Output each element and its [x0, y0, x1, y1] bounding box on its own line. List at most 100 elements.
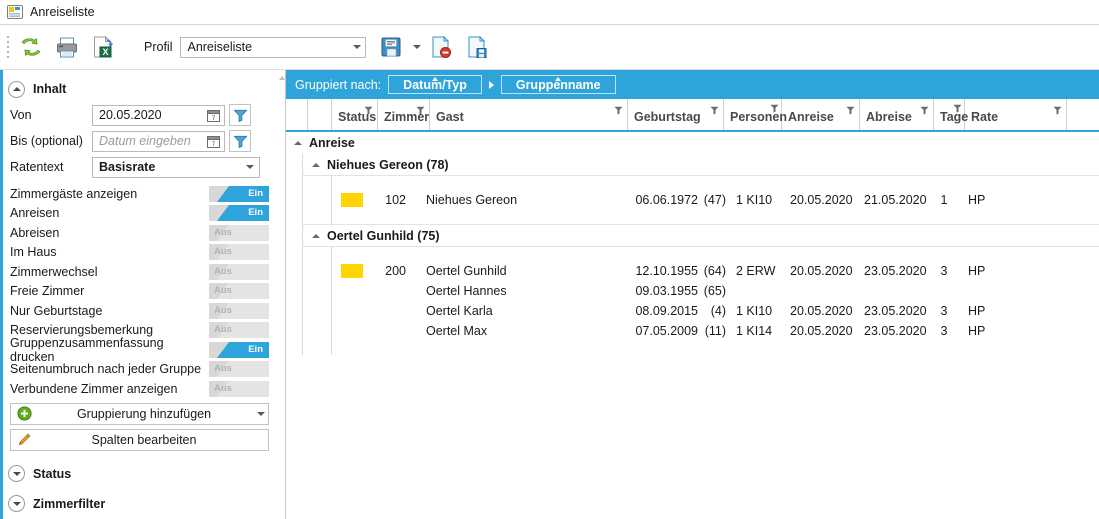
window-title: Anreiseliste [30, 5, 95, 19]
calendar-icon[interactable]: 7 [206, 134, 221, 149]
delete-profile-icon[interactable] [424, 30, 458, 64]
toggle-row-anreisen[interactable]: Anreisen Ein [0, 204, 285, 224]
save-profile-icon[interactable] [460, 30, 494, 64]
table-row[interactable]: Oertel Karla 08.09.2015 (4) 1 KI10 20.05… [332, 301, 1099, 321]
add-grouping-button[interactable]: Gruppierung hinzufügen [10, 402, 269, 425]
toggle-row-nur-geburtstage[interactable]: Nur Geburtstage Aus [0, 301, 285, 321]
expand-toggle-icon[interactable] [8, 495, 25, 512]
refresh-icon[interactable] [14, 30, 48, 64]
column-header-personen[interactable]: Personen [724, 99, 787, 130]
save-icon[interactable] [374, 30, 408, 64]
cell-abreise: 23.05.2020 [864, 324, 927, 338]
bis-filter-button[interactable] [229, 130, 251, 152]
calendar-icon[interactable]: 7 [206, 108, 221, 123]
collapse-arrow-icon[interactable] [312, 233, 320, 238]
toggle-row-im-haus[interactable]: Im Haus Aus [0, 243, 285, 263]
status-badge [341, 193, 363, 207]
group-header-oertel-gunhild[interactable]: Oertel Gunhild (75) [303, 225, 1099, 247]
column-header-label: Rate [971, 110, 999, 124]
column-header-abreise[interactable]: Abreise [860, 99, 934, 130]
toggle-switch[interactable]: Aus [209, 224, 269, 241]
table-row[interactable]: Oertel Max 07.05.2009 (11) 1 KI14 20.05.… [332, 321, 1099, 341]
table-row[interactable]: 200 Oertel Gunhild 12.10.1955 (64) 2 ERW… [332, 261, 1099, 281]
toggle-label: Verbundene Zimmer anzeigen [10, 381, 178, 396]
collapse-arrow-icon[interactable] [294, 141, 302, 145]
save-dropdown-caret[interactable] [410, 30, 424, 64]
toggle-row-freie-zimmer[interactable]: Freie Zimmer Aus [0, 282, 285, 302]
sort-asc-icon [432, 77, 438, 81]
toolbar-grip[interactable] [4, 35, 12, 59]
sidebar-section-status[interactable]: Status [0, 461, 285, 487]
collapse-toggle-icon[interactable] [8, 80, 25, 98]
toggle-switch[interactable]: Aus [209, 302, 269, 319]
edit-columns-button[interactable]: Spalten bearbeiten [10, 428, 269, 451]
toggle-row-zimmergaeste-anzeigen[interactable]: Zimmergäste anzeigen Ein [0, 184, 285, 204]
chevron-down-icon[interactable] [254, 411, 268, 416]
filter-icon[interactable] [416, 104, 425, 118]
von-input[interactable]: 20.05.2020 7 [92, 104, 225, 126]
toggle-state: Aus [214, 382, 232, 394]
group-chip-gruppenname[interactable]: Gruppenname [500, 75, 616, 94]
ratentext-select[interactable]: Basisrate [92, 156, 260, 178]
collapse-arrow-icon[interactable] [312, 162, 320, 167]
toggle-row-zimmerwechsel[interactable]: Zimmerwechsel Aus [0, 262, 285, 282]
column-header-tage[interactable]: Tage [934, 99, 968, 130]
toggle-switch[interactable]: Ein [209, 185, 269, 202]
toggle-row-seitenumbruch-nach-jeder-gruppe[interactable]: Seitenumbruch nach jeder Gruppe Aus [0, 360, 285, 380]
von-filter-button[interactable] [229, 104, 251, 126]
table-row[interactable]: 102 Niehues Gereon 06.06.1972 (47) 1 KI1… [332, 190, 1099, 210]
toggle-switch[interactable]: Aus [209, 361, 269, 378]
svg-text:X: X [102, 47, 108, 57]
filter-icon[interactable] [364, 104, 373, 118]
window-titlebar: Anreiseliste [0, 0, 1099, 25]
column-header-spacer [1067, 99, 1092, 130]
toggle-switch[interactable]: Aus [209, 322, 269, 339]
toggle-switch[interactable]: Ein [209, 205, 269, 222]
toggle-row-abreisen[interactable]: Abreisen Aus [0, 223, 285, 243]
filter-icon[interactable] [1053, 104, 1062, 118]
column-header-gast[interactable]: Gast [430, 99, 628, 130]
group-header-level1[interactable]: Anreise [286, 132, 1099, 154]
table-row[interactable]: Oertel Hannes 09.03.1955 (65) [332, 281, 1099, 301]
toggle-state: Aus [214, 304, 232, 316]
bis-input[interactable]: Datum eingeben 7 [92, 130, 225, 152]
toggle-switch[interactable]: Aus [209, 380, 269, 397]
toggle-switch[interactable]: Ein [209, 341, 269, 358]
sidebar-section-zimmerfilter[interactable]: Zimmerfilter [0, 491, 285, 517]
filter-icon[interactable] [920, 104, 929, 118]
toggle-switch[interactable]: Aus [209, 263, 269, 280]
column-header-zimmer[interactable]: Zimmer [378, 99, 430, 130]
group-chip-datum-typ[interactable]: Datum/Typ [388, 75, 482, 94]
sidebar-section-inhalt[interactable]: Inhalt [0, 76, 285, 102]
cell-gast: Oertel Gunhild [426, 264, 507, 278]
toggle-row-verbundene-zimmer-anzeigen[interactable]: Verbundene Zimmer anzeigen Aus [0, 379, 285, 399]
profil-select[interactable]: Anreiseliste [180, 36, 367, 58]
column-header-anreise[interactable]: Anreise [782, 99, 860, 130]
filter-icon[interactable] [614, 104, 623, 118]
cell-rate: HP [968, 193, 986, 207]
cell-status [332, 193, 372, 207]
toggle-switch[interactable]: Aus [209, 244, 269, 261]
filter-sidebar: Inhalt Von 20.05.2020 7 Bis (optional) D… [0, 70, 286, 519]
print-icon[interactable] [50, 30, 84, 64]
excel-export-icon[interactable]: X [86, 30, 120, 64]
sidebar-scrollbar[interactable] [279, 76, 285, 519]
column-header-status[interactable]: Status [332, 99, 378, 130]
filter-icon[interactable] [846, 104, 855, 118]
column-header-rate[interactable]: Rate [965, 99, 1067, 130]
toggle-switch[interactable]: Aus [209, 283, 269, 300]
cell-personen: 2 ERW [736, 264, 776, 278]
filter-icon[interactable] [770, 102, 779, 116]
status-badge [341, 264, 363, 278]
filter-icon[interactable] [953, 102, 962, 116]
filter-icon[interactable] [710, 104, 719, 118]
group-header-niehues-gereon[interactable]: Niehues Gereon (78) [303, 154, 1099, 176]
cell-geburtstag: 08.09.2015 [635, 304, 698, 318]
column-header-geburtstag[interactable]: Geburtstag [628, 99, 724, 130]
toggle-label: Im Haus [10, 245, 57, 260]
field-ratentext-label: Ratentext [10, 160, 64, 174]
group-level2-label: Niehues Gereon (78) [327, 157, 449, 172]
cell-geburtstag: 09.03.1955 [635, 284, 698, 298]
toggle-row-gruppenzusammenfassung-drucken[interactable]: Gruppenzusammenfassung drucken Ein [0, 336, 285, 364]
expand-toggle-icon[interactable] [8, 465, 25, 482]
